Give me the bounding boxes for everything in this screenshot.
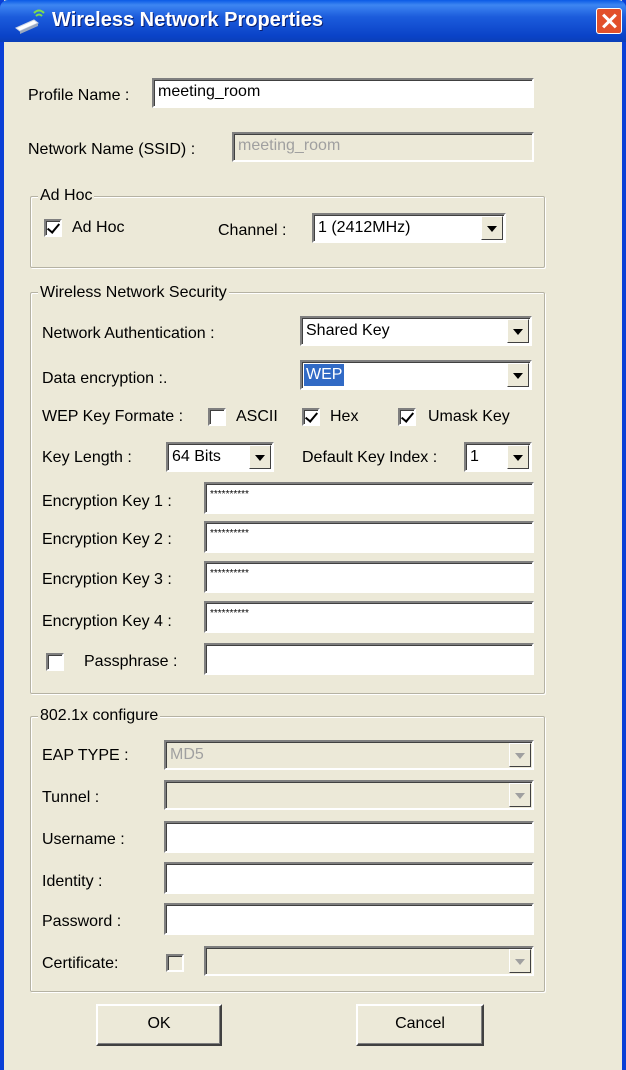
chevron-down-icon[interactable]: [507, 363, 529, 387]
identity-input[interactable]: [164, 862, 534, 894]
passphrase-label: Passphrase :: [84, 653, 178, 670]
chevron-down-icon[interactable]: [507, 319, 529, 343]
chevron-down-icon[interactable]: [249, 445, 271, 469]
security-group-label: Wireless Network Security: [38, 283, 229, 303]
key-length-label: Key Length :: [42, 449, 132, 466]
encryption-key-1-label: Encryption Key 1 :: [42, 493, 172, 510]
eap-type-value: MD5: [170, 746, 204, 763]
encryption-key-1-input[interactable]: **********: [204, 482, 534, 514]
certificate-label: Certificate:: [42, 955, 119, 972]
encryption-key-4-input[interactable]: **********: [204, 601, 534, 633]
ascii-checkbox[interactable]: [208, 408, 226, 426]
dot1x-group-label: 802.1x configure: [38, 706, 161, 726]
ascii-label: ASCII: [236, 408, 278, 425]
title-bar[interactable]: Wireless Network Properties: [0, 0, 626, 42]
close-button[interactable]: [596, 8, 622, 34]
wireless-icon: [15, 9, 45, 34]
encryption-label: Data encryption :.: [42, 370, 168, 387]
channel-select[interactable]: 1 (2412MHz): [312, 213, 506, 243]
default-key-index-label: Default Key Index :: [302, 449, 438, 466]
hex-label: Hex: [330, 408, 359, 425]
ok-button[interactable]: OK: [96, 1004, 222, 1046]
key-length-select[interactable]: 64 Bits: [166, 442, 274, 472]
eap-type-label: EAP TYPE :: [42, 747, 129, 764]
auth-label: Network Authentication :: [42, 325, 215, 342]
encryption-select[interactable]: WEP: [300, 360, 532, 390]
key-length-value: 64 Bits: [172, 448, 221, 465]
key-format-label: WEP Key Formate :: [42, 408, 184, 425]
password-label: Password :: [42, 913, 122, 930]
username-input[interactable]: [164, 821, 534, 853]
encryption-key-2-input[interactable]: **********: [204, 521, 534, 553]
adhoc-group-label: Ad Hoc: [38, 186, 95, 206]
ssid-label: Network Name (SSID) :: [28, 141, 196, 158]
channel-value: 1 (2412MHz): [318, 219, 411, 236]
eap-type-select: MD5: [164, 740, 534, 770]
default-key-index-value: 1: [470, 448, 479, 465]
channel-label: Channel :: [218, 222, 287, 239]
auth-select[interactable]: Shared Key: [300, 316, 532, 346]
hex-checkbox[interactable]: [302, 408, 320, 426]
identity-label: Identity :: [42, 873, 103, 890]
auth-value: Shared Key: [306, 322, 390, 339]
window-title: Wireless Network Properties: [52, 9, 324, 31]
adhoc-checkbox-label: Ad Hoc: [72, 219, 125, 236]
password-input[interactable]: [164, 903, 534, 935]
profile-name-label: Profile Name :: [28, 87, 130, 104]
chevron-down-icon[interactable]: [507, 445, 529, 469]
passphrase-checkbox[interactable]: [46, 653, 64, 671]
encryption-key-3-label: Encryption Key 3 :: [42, 571, 172, 588]
certificate-select: [204, 946, 534, 976]
chevron-down-icon: [509, 743, 531, 767]
tunnel-label: Tunnel :: [42, 789, 100, 806]
tunnel-select: [164, 780, 534, 810]
ssid-input: meeting_room: [232, 132, 534, 162]
encryption-key-4-label: Encryption Key 4 :: [42, 613, 172, 630]
profile-name-input[interactable]: meeting_room: [152, 78, 534, 108]
passphrase-input[interactable]: [204, 643, 534, 675]
encryption-key-3-input[interactable]: **********: [204, 561, 534, 593]
umask-key-label: Umask Key: [428, 408, 510, 425]
chevron-down-icon: [509, 949, 531, 973]
umask-key-checkbox[interactable]: [398, 408, 416, 426]
encryption-value: WEP: [304, 364, 345, 386]
cancel-button[interactable]: Cancel: [356, 1004, 484, 1046]
encryption-key-2-label: Encryption Key 2 :: [42, 531, 172, 548]
chevron-down-icon: [509, 783, 531, 807]
certificate-checkbox: [166, 954, 184, 972]
username-label: Username :: [42, 831, 125, 848]
adhoc-checkbox[interactable]: [44, 219, 62, 237]
chevron-down-icon[interactable]: [481, 216, 503, 240]
default-key-index-select[interactable]: 1: [464, 442, 532, 472]
